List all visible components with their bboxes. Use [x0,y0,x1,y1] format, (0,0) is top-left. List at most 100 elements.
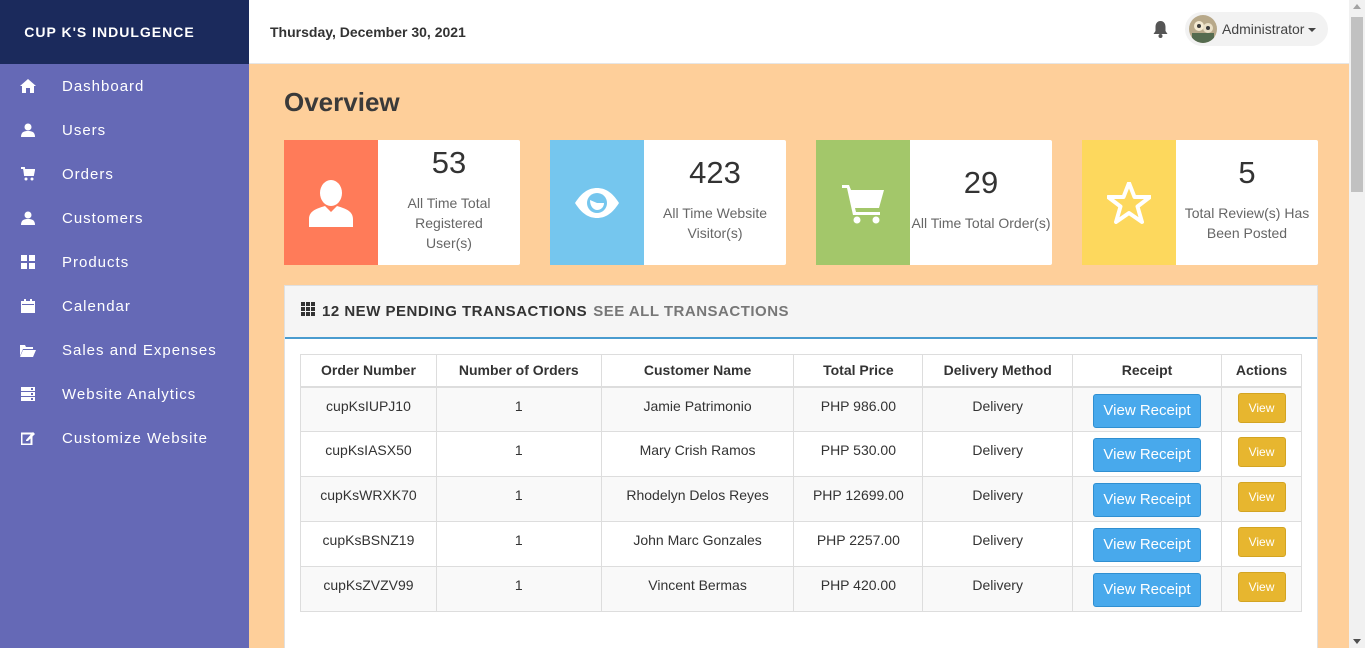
user-icon [284,140,378,265]
stat-value: 29 [963,164,999,200]
column-header: Actions [1221,354,1302,388]
stat-label: All Time Total Order(s) [911,214,1051,231]
edit-icon [0,431,62,445]
folder-open-icon [0,344,62,357]
delivery-method: Delivery [922,476,1074,522]
avatar [1189,15,1217,43]
page-title: Overview [284,87,400,117]
scrollbar-thumb[interactable] [1351,17,1363,192]
customer-name: John Marc Gonzales [600,521,795,567]
sidebar-item-customers[interactable]: Customers [0,196,249,240]
stat-label: All Time Website Visitor(s) [663,204,767,241]
receipt-cell: View Receipt [1072,521,1223,567]
table-row: cupKsIUPJ10 1 Jamie Patrimonio PHP 986.0… [300,386,1302,432]
order-number: cupKsZVZV99 [300,566,437,612]
order-number: cupKsIUPJ10 [300,386,437,432]
stat-card-reviews: 5 Total Review(s) Has Been Posted [1082,140,1318,265]
stat-label: All Time Total Registered User(s) [407,194,491,251]
user-menu[interactable]: Administrator [1185,12,1328,46]
delivery-method: Delivery [922,431,1074,477]
sidebar-item-orders[interactable]: Orders [0,152,249,196]
stat-value: 5 [1238,154,1256,190]
order-number: cupKsBSNZ19 [300,521,437,567]
sidebar-item-products[interactable]: Products [0,240,249,284]
sidebar-item-users[interactable]: Users [0,108,249,152]
table-row: cupKsIASX50 1 Mary Crish Ramos PHP 530.0… [300,431,1302,477]
receipt-cell: View Receipt [1072,386,1223,432]
column-header: Number of Orders [435,354,602,388]
delivery-method: Delivery [922,386,1074,432]
sidebar-item-label: Calendar [62,297,131,315]
grid-icon [0,255,62,269]
actions-cell: View [1221,431,1302,477]
stat-value: 423 [689,154,741,190]
total-price: PHP 12699.00 [793,476,924,522]
sidebar-item-label: Website Analytics [62,385,197,403]
sidebar-item-label: Dashboard [62,77,145,95]
view-button[interactable]: View [1237,527,1286,557]
stat-label: Total Review(s) Has Been Posted [1184,204,1310,241]
order-quantity: 1 [435,476,602,522]
sidebar-item-customize-website[interactable]: Customize Website [0,416,249,460]
actions-cell: View [1221,476,1302,522]
transactions-table: Order Number Number of Orders Customer N… [300,354,1302,612]
view-button[interactable]: View [1237,482,1286,512]
customer-name: Jamie Patrimonio [600,386,795,432]
sidebar-item-dashboard[interactable]: Dashboard [0,64,249,108]
sidebar-item-website-analytics[interactable]: Website Analytics [0,372,249,416]
delivery-method: Delivery [922,521,1074,567]
order-quantity: 1 [435,386,602,432]
stat-card-users: 53 All Time Total Registered User(s) [284,140,520,265]
pending-transactions-panel: 12 NEW PENDING TRANSACTIONS SEE ALL TRAN… [284,285,1318,648]
scroll-up-icon[interactable] [1353,4,1361,9]
sidebar: CUP K'S INDULGENCE Dashboard Users Order… [0,0,249,648]
customer-name: Vincent Bermas [600,566,795,612]
sidebar-item-label: Customize Website [62,429,208,447]
total-price: PHP 530.00 [793,431,924,477]
sidebar-item-label: Sales and Expenses [62,341,217,359]
table-header-row: Order Number Number of Orders Customer N… [300,354,1302,388]
grid-icon [301,302,315,321]
receipt-cell: View Receipt [1072,476,1223,522]
view-receipt-button[interactable]: View Receipt [1093,528,1202,562]
user-icon [0,211,62,225]
sidebar-item-sales-expenses[interactable]: Sales and Expenses [0,328,249,372]
column-header: Total Price [793,354,924,388]
view-receipt-button[interactable]: View Receipt [1093,483,1202,517]
column-header: Order Number [300,354,437,388]
topbar: Thursday, December 30, 2021 Administrato… [249,0,1349,64]
brand-logo[interactable]: CUP K'S INDULGENCE [0,0,249,64]
column-header: Customer Name [600,354,795,388]
receipt-cell: View Receipt [1072,566,1223,612]
total-price: PHP 420.00 [793,566,924,612]
total-price: PHP 2257.00 [793,521,924,567]
home-icon [0,79,62,93]
customer-name: Mary Crish Ramos [600,431,795,477]
actions-cell: View [1221,521,1302,567]
view-button[interactable]: View [1237,392,1286,423]
view-receipt-button[interactable]: View Receipt [1093,393,1202,428]
cart-icon [816,140,910,265]
view-receipt-button[interactable]: View Receipt [1093,573,1202,607]
stat-value: 53 [431,144,467,180]
current-date: Thursday, December 30, 2021 [270,24,466,40]
user-icon [0,123,62,137]
sidebar-item-label: Customers [62,209,144,227]
sidebar-item-label: Users [62,121,107,139]
total-price: PHP 986.00 [793,386,924,432]
order-number: cupKsWRXK70 [300,476,437,522]
bell-icon[interactable] [1152,20,1169,43]
table-row: cupKsZVZV99 1 Vincent Bermas PHP 420.00 … [300,566,1302,612]
scroll-down-icon[interactable] [1353,639,1361,644]
view-button[interactable]: View [1237,437,1286,467]
page-scrollbar[interactable] [1349,0,1365,648]
stat-card-orders: 29 All Time Total Order(s) [816,140,1052,265]
sidebar-item-calendar[interactable]: Calendar [0,284,249,328]
sidebar-item-label: Orders [62,165,114,183]
view-receipt-button[interactable]: View Receipt [1093,438,1202,472]
caret-down-icon [1308,28,1317,32]
view-button[interactable]: View [1237,572,1286,602]
sidebar-item-label: Products [62,253,130,271]
see-all-transactions-link[interactable]: SEE ALL TRANSACTIONS [593,303,789,320]
user-name: Administrator [1222,21,1305,37]
